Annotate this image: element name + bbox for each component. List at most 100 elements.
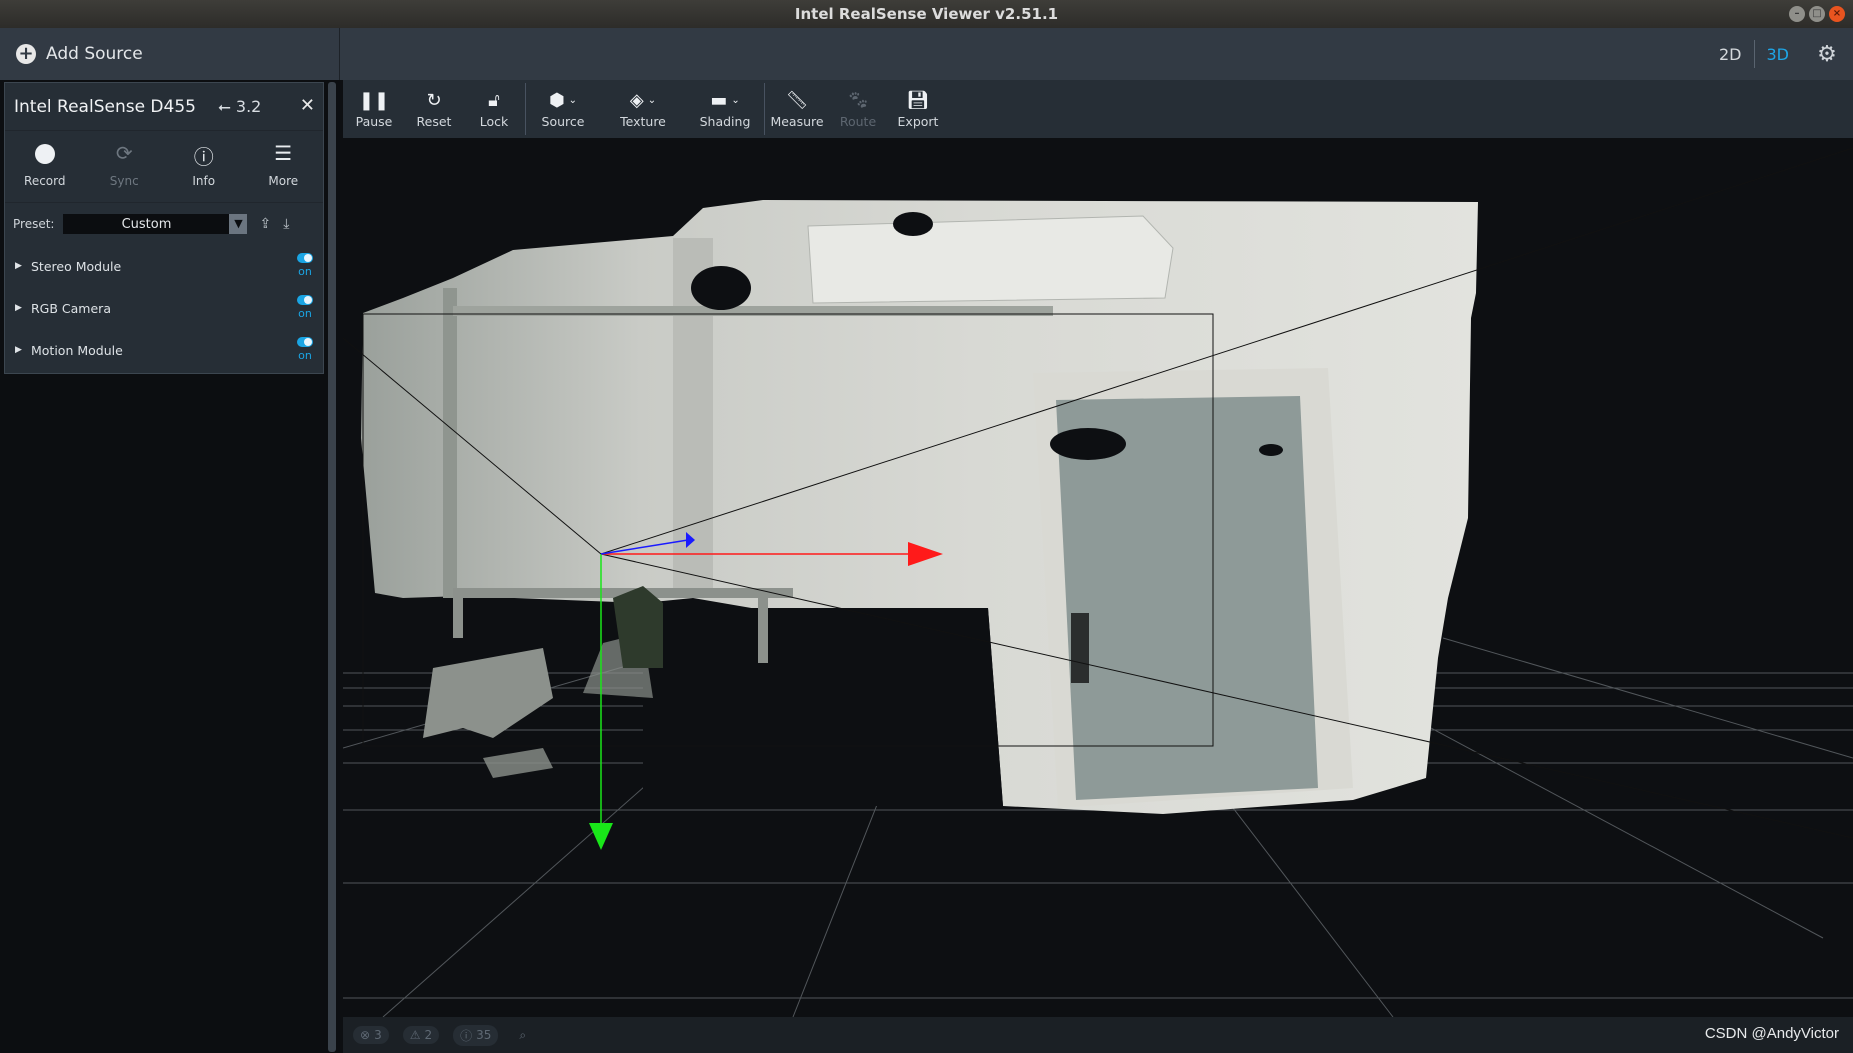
add-source-label: Add Source — [46, 44, 143, 64]
pause-icon: ❚❚ — [358, 89, 390, 111]
record-button[interactable]: Record — [5, 131, 85, 202]
export-button[interactable]: 💾︎ Export — [887, 80, 949, 138]
module-motion[interactable]: ▶ Motion Module on — [5, 329, 323, 371]
3d-viewport[interactable] — [343, 138, 1853, 1017]
cloud-hole — [1259, 444, 1283, 456]
preset-label: Preset: — [13, 217, 55, 231]
cloud-hole — [691, 266, 751, 310]
air-conditioner — [807, 215, 1174, 304]
preset-value: Custom — [121, 216, 172, 232]
error-icon: ⊗ — [360, 1028, 371, 1042]
close-window-button[interactable]: × — [1829, 6, 1845, 22]
top-bar: + Add Source 2D 3D ⚙ — [0, 28, 1853, 80]
measure-label: Measure — [770, 114, 824, 129]
paint-bucket-icon: ◈ ⌄ — [629, 89, 657, 111]
upload-preset-icon[interactable]: ⇪ — [259, 216, 271, 232]
lock-icon: 🔓︎ — [488, 89, 500, 111]
info-count[interactable]: ⓘ 35 — [453, 1024, 499, 1046]
module-name: RGB Camera — [31, 300, 111, 316]
settings-gear-icon[interactable]: ⚙ — [1801, 42, 1853, 67]
window-title: Intel RealSense Viewer v2.51.1 — [794, 5, 1059, 23]
minimize-button[interactable]: – — [1789, 6, 1805, 22]
texture-label: Texture — [620, 114, 666, 129]
lock-button[interactable]: 🔓︎ Lock — [463, 80, 525, 138]
stereo-toggle[interactable]: on — [297, 253, 313, 278]
window-titlebar: Intel RealSense Viewer v2.51.1 – □ × — [0, 0, 1853, 28]
route-label: Route — [839, 114, 877, 129]
download-preset-icon[interactable]: ⤓ — [283, 216, 289, 232]
y-axis-arrow-icon — [589, 823, 613, 850]
shading-button[interactable]: ▬ ⌄ Shading — [686, 80, 764, 138]
remove-device-button[interactable]: ✕ — [300, 95, 315, 116]
expand-arrow-icon[interactable]: ▶ — [15, 303, 31, 313]
maximize-button[interactable]: □ — [1809, 6, 1825, 22]
motion-toggle[interactable]: on — [297, 337, 313, 362]
chevron-down-icon: ⌄ — [568, 94, 578, 106]
expand-arrow-icon[interactable]: ▶ — [15, 261, 31, 271]
menu-icon: ☰ — [274, 141, 293, 165]
usb-version: 3.2 — [235, 96, 262, 116]
module-stereo[interactable]: ▶ Stereo Module on — [5, 245, 323, 287]
view-2d-button[interactable]: 2D — [1707, 45, 1754, 64]
point-cloud-view[interactable] — [343, 138, 1853, 1017]
expand-arrow-icon[interactable]: ▶ — [15, 345, 31, 355]
toggle-switch-icon — [297, 253, 313, 263]
export-label: Export — [897, 114, 939, 129]
usb-icon: ⭠ — [217, 96, 231, 116]
cloud-hole — [1050, 428, 1126, 460]
reset-label: Reset — [416, 114, 452, 129]
pause-button[interactable]: ❚❚ Pause — [343, 80, 405, 138]
module-name: Stereo Module — [31, 258, 122, 274]
warning-icon: ⚠ — [409, 1028, 421, 1042]
view-3d-button[interactable]: 3D — [1755, 45, 1802, 64]
record-icon — [34, 144, 55, 164]
texture-button[interactable]: ◈ ⌄ Texture — [600, 80, 686, 138]
device-button-row: Record ⟳ Sync ⓘ Info ☰ More — [5, 131, 323, 203]
panel-scrollbar[interactable] — [328, 82, 336, 1052]
wall-pipe — [443, 288, 457, 598]
device-header: Intel RealSense D455 ⭠ 3.2 ✕ — [5, 83, 323, 131]
error-count[interactable]: ⊗ 3 — [353, 1026, 389, 1044]
shading-label: Shading — [699, 114, 751, 129]
device-name: Intel RealSense D455 — [14, 96, 196, 117]
module-name: Motion Module — [31, 342, 123, 358]
plus-circle-icon: + — [16, 44, 36, 64]
device-card: Intel RealSense D455 ⭠ 3.2 ✕ Record ⟳ Sy… — [4, 82, 324, 374]
info-small-icon: ⓘ — [460, 1028, 473, 1043]
status-bar: ⊗ 3 ⚠ 2 ⓘ 35 ⌕ CSDN @AndyVictor — [343, 1017, 1853, 1053]
rgb-toggle[interactable]: on — [297, 295, 313, 320]
info-count-value: 35 — [476, 1028, 492, 1042]
preset-dropdown[interactable]: Custom ▼ — [63, 214, 248, 234]
add-source-button[interactable]: + Add Source — [0, 28, 340, 80]
paw-icon: 🐾︎ — [846, 89, 870, 111]
preset-row: Preset: Custom ▼ ⇪ ⤓ — [5, 203, 323, 245]
chevron-down-icon: ⌄ — [647, 94, 657, 106]
more-button[interactable]: ☰ More — [244, 131, 324, 202]
measure-button[interactable]: 📏︎ Measure — [765, 80, 829, 138]
usb-badge: ⭠ 3.2 — [218, 97, 261, 117]
source-button[interactable]: ⬢ ⌄ Source — [526, 80, 600, 138]
floor-gap — [643, 608, 1003, 806]
chevron-down-icon: ⌄ — [731, 94, 740, 106]
device-panel: Intel RealSense D455 ⭠ 3.2 ✕ Record ⟳ Sy… — [0, 80, 340, 1053]
more-label: More — [268, 174, 299, 188]
sync-icon: ⟳ — [115, 141, 133, 165]
route-button[interactable]: 🐾︎ Route — [829, 80, 887, 138]
cube-icon: ⬢ ⌄ — [548, 89, 578, 111]
info-button[interactable]: ⓘ Info — [164, 131, 244, 202]
toggle-state: on — [298, 265, 312, 278]
reset-button[interactable]: ↻ Reset — [405, 80, 463, 138]
toggle-state: on — [298, 307, 312, 320]
paint-roller-icon: ▬ ⌄ — [710, 89, 740, 111]
search-log-button[interactable]: ⌕ — [512, 1026, 537, 1045]
search-icon: ⌕ — [519, 1027, 527, 1042]
warning-count-value: 2 — [424, 1028, 433, 1042]
sync-button[interactable]: ⟳ Sync — [85, 131, 165, 202]
door-handle — [1071, 613, 1089, 683]
module-rgb[interactable]: ▶ RGB Camera on — [5, 287, 323, 329]
dropdown-arrow-icon: ▼ — [229, 214, 248, 234]
warning-count[interactable]: ⚠ 2 — [402, 1026, 440, 1044]
source-label: Source — [541, 114, 585, 129]
save-icon: 💾︎ — [906, 89, 930, 111]
cloud-hole — [893, 212, 933, 236]
